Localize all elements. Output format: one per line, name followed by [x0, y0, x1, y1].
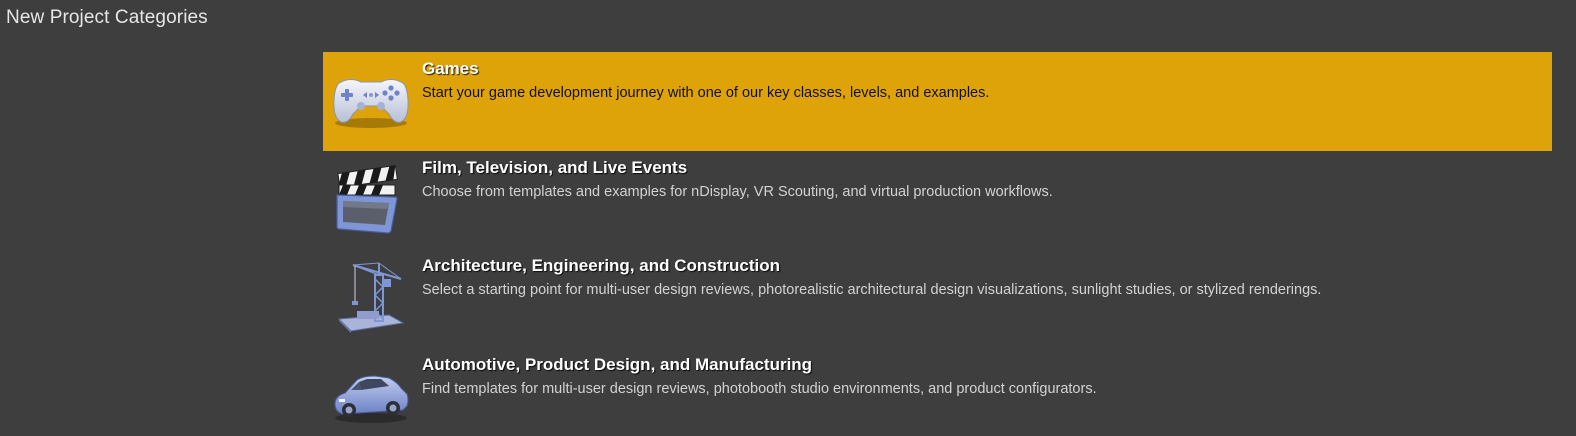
crane-icon [331, 257, 411, 337]
category-list: Games Start your game development journe… [323, 52, 1552, 436]
category-title: Automotive, Product Design, and Manufact… [422, 354, 813, 374]
category-games[interactable]: Games Start your game development journe… [323, 52, 1552, 151]
category-film-tv-live-events[interactable]: Film, Television, and Live Events Choose… [323, 151, 1552, 250]
panel-title: New Project Categories [6, 7, 208, 28]
project-categories-panel: New Project Categories Games Start your … [0, 0, 1576, 436]
gamepad-icon [331, 60, 411, 140]
category-title: Architecture, Engineering, and Construct… [422, 256, 780, 275]
category-title: Film, Television, and Live Events [422, 157, 688, 177]
category-description: Find templates for multi-user design rev… [422, 380, 1097, 397]
category-description: Select a starting point for multi-user d… [422, 282, 1322, 298]
category-description: Choose from templates and examples for n… [422, 183, 1053, 200]
category-automotive-product-design-manufacturing[interactable]: Automotive, Product Design, and Manufact… [323, 348, 1552, 436]
category-title: Games [422, 59, 479, 78]
car-icon [331, 356, 411, 436]
clapperboard-icon [331, 159, 411, 239]
category-architecture-engineering-construction[interactable]: Architecture, Engineering, and Construct… [323, 249, 1552, 348]
category-description: Start your game development journey with… [422, 85, 990, 101]
